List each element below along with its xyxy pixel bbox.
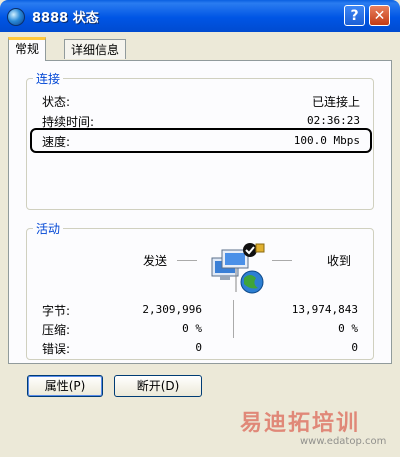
compression-received-value: 0 % — [338, 322, 358, 335]
watermark-text: 易迪拓培训 — [240, 411, 361, 436]
connection-group-title: 连接 — [33, 70, 64, 87]
help-button[interactable]: ? — [344, 5, 365, 26]
disconnect-button[interactable]: 断开(D) — [114, 375, 202, 397]
errors-received-value: 0 — [351, 341, 358, 354]
sent-label: 发送 — [143, 254, 168, 268]
activity-group-title: 活动 — [33, 220, 64, 237]
title-bar[interactable]: 8888 状态 ? ✕ — [0, 0, 400, 32]
status-value: 已连接上 — [311, 95, 360, 109]
tab-general[interactable]: 常规 — [8, 37, 47, 61]
received-connector-line — [272, 260, 292, 261]
bytes-sent-value: 2,309,996 — [142, 303, 202, 316]
compression-sent-value: 0 % — [182, 322, 202, 335]
tab-details[interactable]: 详细信息 — [64, 39, 127, 59]
duration-value: 02:36:23 — [307, 114, 360, 127]
status-dialog: 8888 状态 ? ✕ 常规 详细信息 连接 状态: 已连接上 持续时间: 02… — [0, 0, 400, 457]
errors-sent-value: 0 — [195, 341, 202, 354]
properties-button[interactable]: 属性(P) — [27, 375, 103, 397]
window-title: 8888 状态 — [32, 11, 99, 26]
network-globe-icon — [7, 8, 25, 26]
errors-label: 错误: — [42, 342, 71, 356]
speed-label: 速度: — [42, 135, 71, 149]
speed-value: 100.0 Mbps — [293, 134, 360, 147]
compression-label: 压缩: — [42, 323, 71, 337]
status-label: 状态: — [42, 95, 71, 109]
bytes-label: 字节: — [42, 304, 71, 318]
network-computers-icon — [211, 243, 265, 294]
received-label: 收到 — [327, 254, 352, 268]
sent-connector-line — [177, 260, 197, 261]
close-button[interactable]: ✕ — [369, 5, 390, 26]
activity-divider — [233, 300, 234, 338]
watermark-url: www.edatop.com — [300, 436, 387, 447]
bytes-received-value: 13,974,843 — [291, 303, 358, 316]
